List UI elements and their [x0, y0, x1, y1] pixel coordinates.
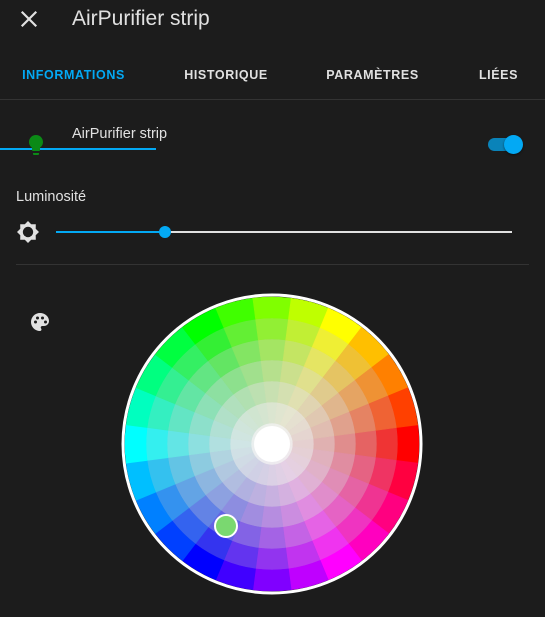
lightbulb-icon [29, 135, 43, 155]
divider [16, 264, 529, 265]
color-selector-handle[interactable] [214, 514, 238, 538]
color-wheel-segment[interactable] [145, 427, 169, 461]
color-wheel-segment[interactable] [187, 432, 210, 456]
toggle-thumb [504, 135, 523, 154]
color-wheel-segment[interactable] [252, 296, 292, 320]
tab-historique[interactable]: HISTORIQUE [156, 52, 296, 99]
color-wheel-segment[interactable] [257, 338, 287, 362]
dialog-title: AirPurifier strip [72, 7, 210, 30]
brightness-slider[interactable] [56, 224, 512, 240]
color-wheel-segment[interactable] [252, 568, 292, 592]
color-wheel-segment[interactable] [255, 317, 289, 341]
color-wheel-segment[interactable] [255, 547, 289, 571]
color-wheel-segment[interactable] [396, 424, 420, 464]
color-wheel-segment[interactable] [334, 432, 357, 456]
color-wheel[interactable] [120, 292, 424, 596]
color-wheel-segment[interactable] [166, 429, 190, 459]
brightness-icon [17, 221, 39, 243]
palette-icon [31, 313, 49, 331]
color-wheel-segment[interactable] [260, 359, 284, 382]
tab-bar: INFORMATIONS HISTORIQUE PARAMÈTRES LIÉES [0, 52, 545, 150]
color-wheel-segment[interactable] [257, 526, 287, 550]
close-icon[interactable] [16, 6, 42, 32]
brightness-label: Luminosité [16, 189, 87, 205]
tab-informations[interactable]: INFORMATIONS [0, 52, 147, 99]
color-wheel-segment[interactable] [124, 424, 148, 464]
power-toggle[interactable] [486, 134, 524, 154]
color-wheel-segment[interactable] [260, 506, 284, 529]
color-wheel-center[interactable] [254, 426, 290, 462]
tab-parametres[interactable]: PARAMÈTRES [296, 52, 449, 99]
slider-fill [56, 231, 166, 233]
slider-thumb[interactable] [159, 226, 172, 238]
tab-liees[interactable]: LIÉES [452, 52, 545, 99]
color-wheel-segment[interactable] [354, 429, 378, 459]
color-wheel-segment[interactable] [375, 427, 399, 461]
dialog-header: AirPurifier strip [0, 0, 545, 40]
entity-name: AirPurifier strip [72, 126, 168, 142]
